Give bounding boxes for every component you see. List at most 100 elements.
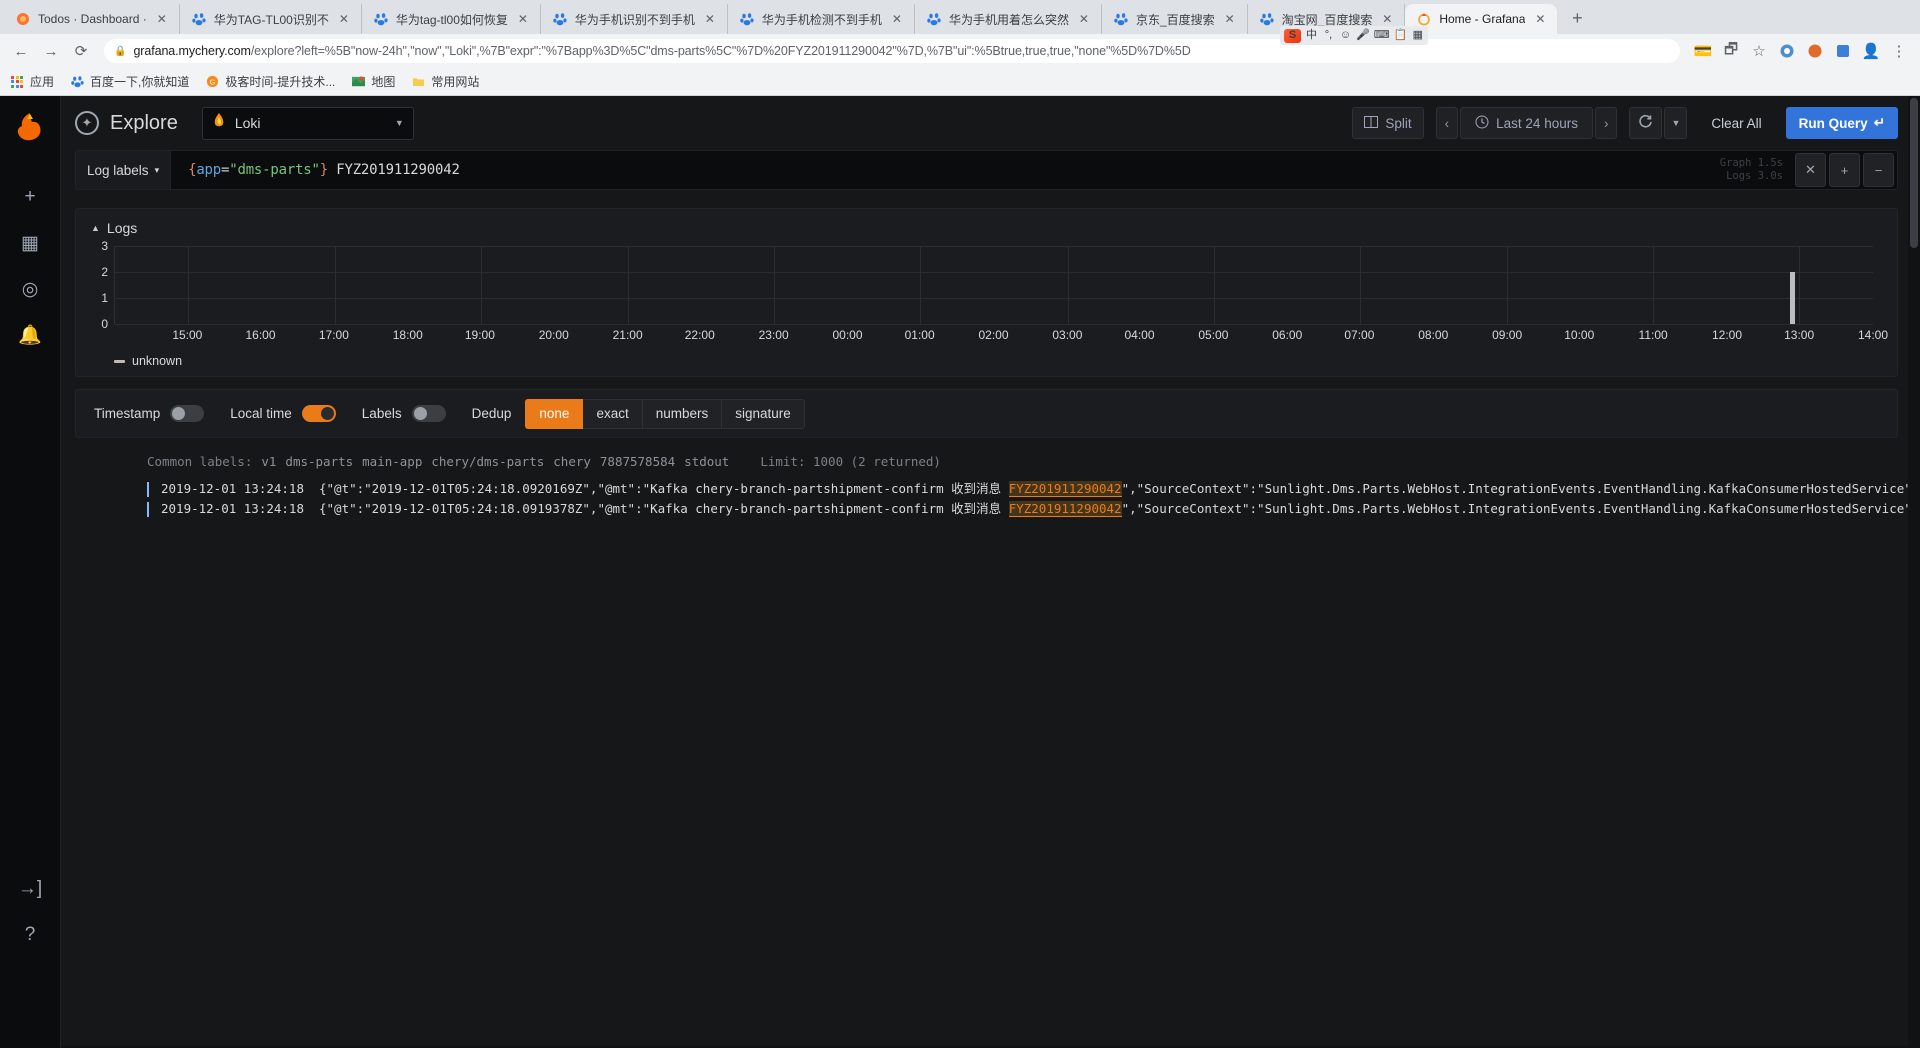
browser-tab[interactable]: 华为TAG-TL00识别不 ✕ [180, 4, 362, 34]
clear-all-button[interactable]: Clear All [1699, 107, 1773, 139]
refresh-interval-dropdown[interactable]: ▼ [1664, 107, 1688, 139]
timestamp-label: Timestamp [94, 406, 161, 421]
dedup-option-exact[interactable]: exact [583, 398, 643, 429]
common-label[interactable]: chery/dms-parts [431, 454, 544, 469]
ime-clipboard-icon[interactable]: 📋 [1394, 29, 1408, 43]
browser-tab[interactable]: 华为手机检测不到手机 ✕ [728, 4, 915, 34]
close-icon[interactable]: ✕ [1379, 11, 1395, 27]
panel-header[interactable]: ▲ Logs [86, 218, 1887, 242]
sidebar-item-help[interactable]: ? [8, 912, 52, 958]
browser-tab[interactable]: 华为手机用着怎么突然 ✕ [915, 4, 1102, 34]
dedup-option-signature[interactable]: signature [722, 398, 805, 429]
sidebar-item-create[interactable]: + [8, 174, 52, 220]
sidebar-item-alerting[interactable]: 🔔 [8, 312, 52, 358]
bookmark-baidu[interactable]: 百度一下,你就知道 [70, 73, 189, 90]
timestamp-control[interactable]: Timestamp [94, 405, 205, 422]
common-label[interactable]: stdout [684, 454, 729, 469]
baidu-icon [926, 11, 942, 27]
common-label[interactable]: chery [553, 454, 591, 469]
close-icon[interactable]: ✕ [889, 11, 905, 27]
dedup-option-none[interactable]: none [525, 398, 584, 429]
log-row[interactable]: 2019-12-01 13:24:18 {"@t":"2019-12-01T05… [147, 499, 1919, 519]
bookmark-geektime[interactable]: G 极客时间-提升技术... [205, 73, 335, 90]
query-expression-input[interactable]: {app="dms-parts"} FYZ201911290042 [171, 162, 1720, 178]
ime-mode-icon[interactable]: 中 [1305, 29, 1318, 43]
bookmark-folder[interactable]: 常用网站 [411, 73, 479, 90]
grafana-logo[interactable] [8, 102, 52, 152]
close-icon[interactable]: ✕ [1076, 11, 1092, 27]
labels-toggle[interactable] [411, 405, 446, 422]
ime-voice-icon[interactable]: 🎤 [1356, 29, 1370, 43]
datasource-picker[interactable]: Loki ▼ [201, 106, 414, 140]
common-label[interactable]: main-app [362, 454, 422, 469]
log-labels-button[interactable]: Log labels ▾ [76, 151, 172, 189]
chart-legend[interactable]: unknown [86, 342, 1887, 370]
timestamp-toggle[interactable] [170, 405, 205, 422]
gridline-horizontal [115, 246, 1873, 247]
browser-tab[interactable]: Todos · Dashboard · ✕ [4, 4, 180, 34]
ime-toolbar[interactable]: S 中 °, ☺ 🎤 ⌨ 📋 ▦ [1280, 26, 1429, 45]
add-query-button[interactable]: + [1829, 153, 1860, 187]
common-label[interactable]: 7887578584 [600, 454, 675, 469]
new-tab-button[interactable]: + [1563, 4, 1591, 32]
ime-menu-icon[interactable]: ▦ [1411, 29, 1424, 43]
bookmarks-bar: 应用 百度一下,你就知道 G 极客时间-提升技术... 地图 常用网站 [0, 68, 1920, 96]
chart-bar[interactable] [1790, 272, 1796, 324]
close-icon[interactable]: ✕ [154, 11, 170, 27]
time-shift-back-button[interactable]: ‹ [1435, 107, 1459, 139]
time-range-picker[interactable]: Last 24 hours [1460, 107, 1593, 139]
tab-title: 华为手机检测不到手机 [761, 12, 882, 27]
browser-tab[interactable]: 华为tag-tl00如何恢复 ✕ [362, 4, 541, 34]
ime-keyboard-icon[interactable]: ⌨ [1374, 29, 1390, 43]
back-arrow-icon[interactable]: ← [8, 38, 34, 64]
scrollbar-thumb[interactable] [1910, 98, 1918, 248]
close-icon[interactable]: ✕ [515, 11, 531, 27]
time-shift-forward-button[interactable]: › [1594, 107, 1618, 139]
explore-toolbar: ✦ Explore Loki ▼ Split ‹ Last 24 hours ›… [61, 96, 1920, 150]
local-time-toggle[interactable] [301, 405, 336, 422]
extension-blue-icon[interactable] [1830, 38, 1856, 64]
reload-icon[interactable]: ⟳ [68, 38, 94, 64]
chrome-menu-icon[interactable]: ⋮ [1886, 38, 1912, 64]
close-icon[interactable]: ✕ [1532, 11, 1548, 27]
local-time-control[interactable]: Local time [230, 405, 336, 422]
dedup-option-numbers[interactable]: numbers [642, 398, 723, 429]
plus-icon: + [24, 186, 36, 207]
profile-avatar-icon[interactable]: 👤 [1858, 38, 1884, 64]
browser-tab[interactable]: 京东_百度搜索 ✕ [1102, 4, 1248, 34]
translate-icon[interactable]: 🗗 [1718, 38, 1744, 64]
run-query-button[interactable]: Run Query ↵ [1785, 107, 1898, 139]
bookmark-apps[interactable]: 应用 [10, 73, 54, 90]
close-icon[interactable]: ✕ [1222, 11, 1238, 27]
clock-icon [1475, 115, 1489, 132]
common-label[interactable]: dms-parts [285, 454, 353, 469]
sidebar-item-signout[interactable]: →] [8, 866, 52, 912]
sidebar-item-explore[interactable]: ◎ [8, 266, 52, 312]
extension-orange-icon[interactable] [1802, 38, 1828, 64]
chart-plot-area[interactable] [114, 246, 1873, 325]
sidebar-item-dashboards[interactable]: ▦ [8, 220, 52, 266]
close-icon[interactable]: ✕ [336, 11, 352, 27]
common-label[interactable]: v1 [261, 454, 276, 469]
browser-tab[interactable]: 华为手机识别不到手机 ✕ [541, 4, 728, 34]
vertical-scrollbar[interactable] [1908, 96, 1920, 1048]
toggle-knob [413, 407, 427, 420]
bookmark-star-icon[interactable]: ☆ [1746, 38, 1772, 64]
extension-red-icon[interactable] [1774, 38, 1800, 64]
collapse-query-button[interactable]: − [1863, 153, 1894, 187]
ime-emoji-icon[interactable]: ☺ [1339, 29, 1352, 43]
address-bar[interactable]: 🔒 grafana.mychery.com/explore?left=%5B"n… [104, 39, 1680, 63]
lock-icon: 🔒 [114, 45, 127, 57]
refresh-group: ▼ [1629, 107, 1688, 139]
bookmark-map[interactable]: 地图 [351, 73, 395, 90]
refresh-button[interactable] [1629, 107, 1663, 139]
log-row[interactable]: 2019-12-01 13:24:18 {"@t":"2019-12-01T05… [147, 479, 1919, 499]
remove-query-button[interactable]: ✕ [1795, 153, 1826, 187]
forward-arrow-icon[interactable]: → [38, 38, 64, 64]
split-button[interactable]: Split [1352, 107, 1424, 139]
labels-control[interactable]: Labels [362, 405, 446, 422]
close-icon[interactable]: ✕ [702, 11, 718, 27]
browser-tab-active[interactable]: Home - Grafana ✕ [1405, 4, 1558, 34]
ime-punctuation-icon[interactable]: °, [1322, 29, 1335, 43]
payments-icon[interactable]: 💳 [1690, 38, 1716, 64]
